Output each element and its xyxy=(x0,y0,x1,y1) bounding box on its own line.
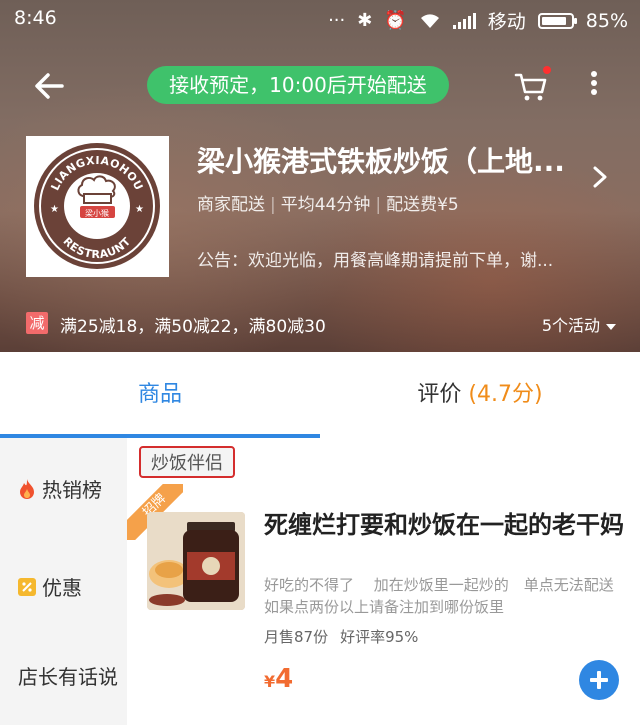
product-card[interactable]: 招牌 死缠烂打要和炒饭在一起的老干妈 好吃的不得了 加在炒饭里一起炒的 单点无法… xyxy=(127,484,640,725)
activities-dropdown[interactable]: 5个活动 xyxy=(542,312,616,336)
status-icons: ··· ✱ ⏰ 移动 85% xyxy=(328,7,628,34)
battery-percent: 85% xyxy=(585,9,628,32)
delivery-fee: 配送费¥5 xyxy=(386,195,459,215)
promotion-row: 减 满25减18，满50减22，满80减30 5个活动 xyxy=(26,312,616,337)
battery-fill xyxy=(541,16,566,25)
currency-symbol: ¥ xyxy=(264,672,276,691)
product-price: ¥4 xyxy=(264,664,293,694)
tab-reviews-label: 评价 xyxy=(417,382,462,407)
more-dot-icon xyxy=(591,71,597,77)
top-bar: 接收预定，10:00后开始配送 xyxy=(0,60,640,110)
activities-count: 5个活动 xyxy=(541,316,600,335)
cart-badge-dot xyxy=(543,66,551,74)
more-dot-icon xyxy=(591,80,597,86)
sidebar-item-discount[interactable]: 优惠 xyxy=(0,572,127,601)
product-name: 死缠烂打要和炒饭在一起的老干妈 xyxy=(264,511,624,539)
sauce-jar-image xyxy=(147,512,245,610)
product-description: 好吃的不得了 加在炒饭里一起炒的 单点无法配送 如果点两份以上请备注加到哪份饭里 xyxy=(264,576,629,616)
restaurant-logo-icon: LIANGXIAOHOU RESTRAUNT 梁小猴 ★ ★ xyxy=(34,143,160,269)
bluetooth-icon: ✱ xyxy=(357,9,373,31)
store-name[interactable]: 梁小猴港式铁板炒饭（上地... xyxy=(197,140,587,180)
alarm-icon: ⏰ xyxy=(384,9,407,31)
carrier-label: 移动 xyxy=(487,11,526,33)
logo-center-text: 梁小猴 xyxy=(85,209,109,218)
sidebar-item-manager-note[interactable]: 店长有话说 xyxy=(18,662,118,692)
svg-text:★: ★ xyxy=(135,204,144,215)
sidebar-item-hot[interactable]: 热销榜 xyxy=(0,474,127,503)
status-time: 8:46 xyxy=(14,7,57,29)
delivery-notice: 接收预定，10:00后开始配送 xyxy=(147,66,449,104)
more-dot-icon xyxy=(591,89,597,95)
arrow-left-icon xyxy=(35,73,64,99)
product-stats: 月售87份 好评率95% xyxy=(264,626,430,647)
flame-icon xyxy=(20,478,34,499)
sidebar-item-label: 店长有话说 xyxy=(18,665,118,689)
category-sidebar: 热销榜 优惠 店长有话说 xyxy=(0,438,127,725)
tab-reviews[interactable]: 评价 (4.7分) xyxy=(320,352,640,438)
status-bar: 8:46 ··· ✱ ⏰ 移动 85% xyxy=(0,0,640,38)
discount-badge: 减 xyxy=(26,312,48,334)
chevron-right-icon xyxy=(593,166,607,188)
sidebar-item-label: 热销榜 xyxy=(42,478,102,502)
price-value: 4 xyxy=(275,664,294,694)
delivery-type: 商家配送 xyxy=(197,195,265,215)
promotion-text: 满25减18，满50减22，满80减30 xyxy=(60,317,326,337)
add-to-cart-button[interactable] xyxy=(579,660,619,700)
product-list: 炒饭伴侣 招牌 死缠烂打要和炒饭在一起的老干妈 好吃的不得了 加在炒饭里一起炒的… xyxy=(127,438,640,725)
notification-dots-icon: ··· xyxy=(328,9,346,31)
tab-goods[interactable]: 商品 xyxy=(0,352,320,438)
store-meta: 商家配送 | 平均44分钟 | 配送费¥5 xyxy=(197,195,459,215)
wifi-icon xyxy=(420,13,439,28)
back-button[interactable] xyxy=(32,68,72,104)
product-image[interactable] xyxy=(147,512,245,610)
monthly-sales: 月售87份 xyxy=(264,628,329,646)
more-options-button[interactable] xyxy=(580,68,608,106)
sidebar-item-label: 优惠 xyxy=(42,576,82,600)
reviews-score: (4.7分) xyxy=(468,382,543,407)
battery-icon xyxy=(537,12,577,29)
store-announcement[interactable]: 公告：欢迎光临，用餐高峰期请提前下单，谢... xyxy=(197,246,605,271)
average-delivery-time: 平均44分钟 xyxy=(280,195,371,215)
section-title: 炒饭伴侣 xyxy=(139,446,235,478)
store-logo[interactable]: LIANGXIAOHOU RESTRAUNT 梁小猴 ★ ★ xyxy=(26,136,169,277)
discount-icon xyxy=(18,577,36,596)
store-detail-button[interactable] xyxy=(592,165,608,189)
svg-text:★: ★ xyxy=(50,204,59,215)
store-header: 8:46 ··· ✱ ⏰ 移动 85% 接收预定，10:00后开始配送 LIAN… xyxy=(0,0,640,352)
signal-icon xyxy=(452,12,476,29)
positive-rating: 好评率95% xyxy=(340,628,419,646)
tab-bar: 商品 评价 (4.7分) xyxy=(0,352,640,438)
caret-down-icon xyxy=(606,323,616,330)
